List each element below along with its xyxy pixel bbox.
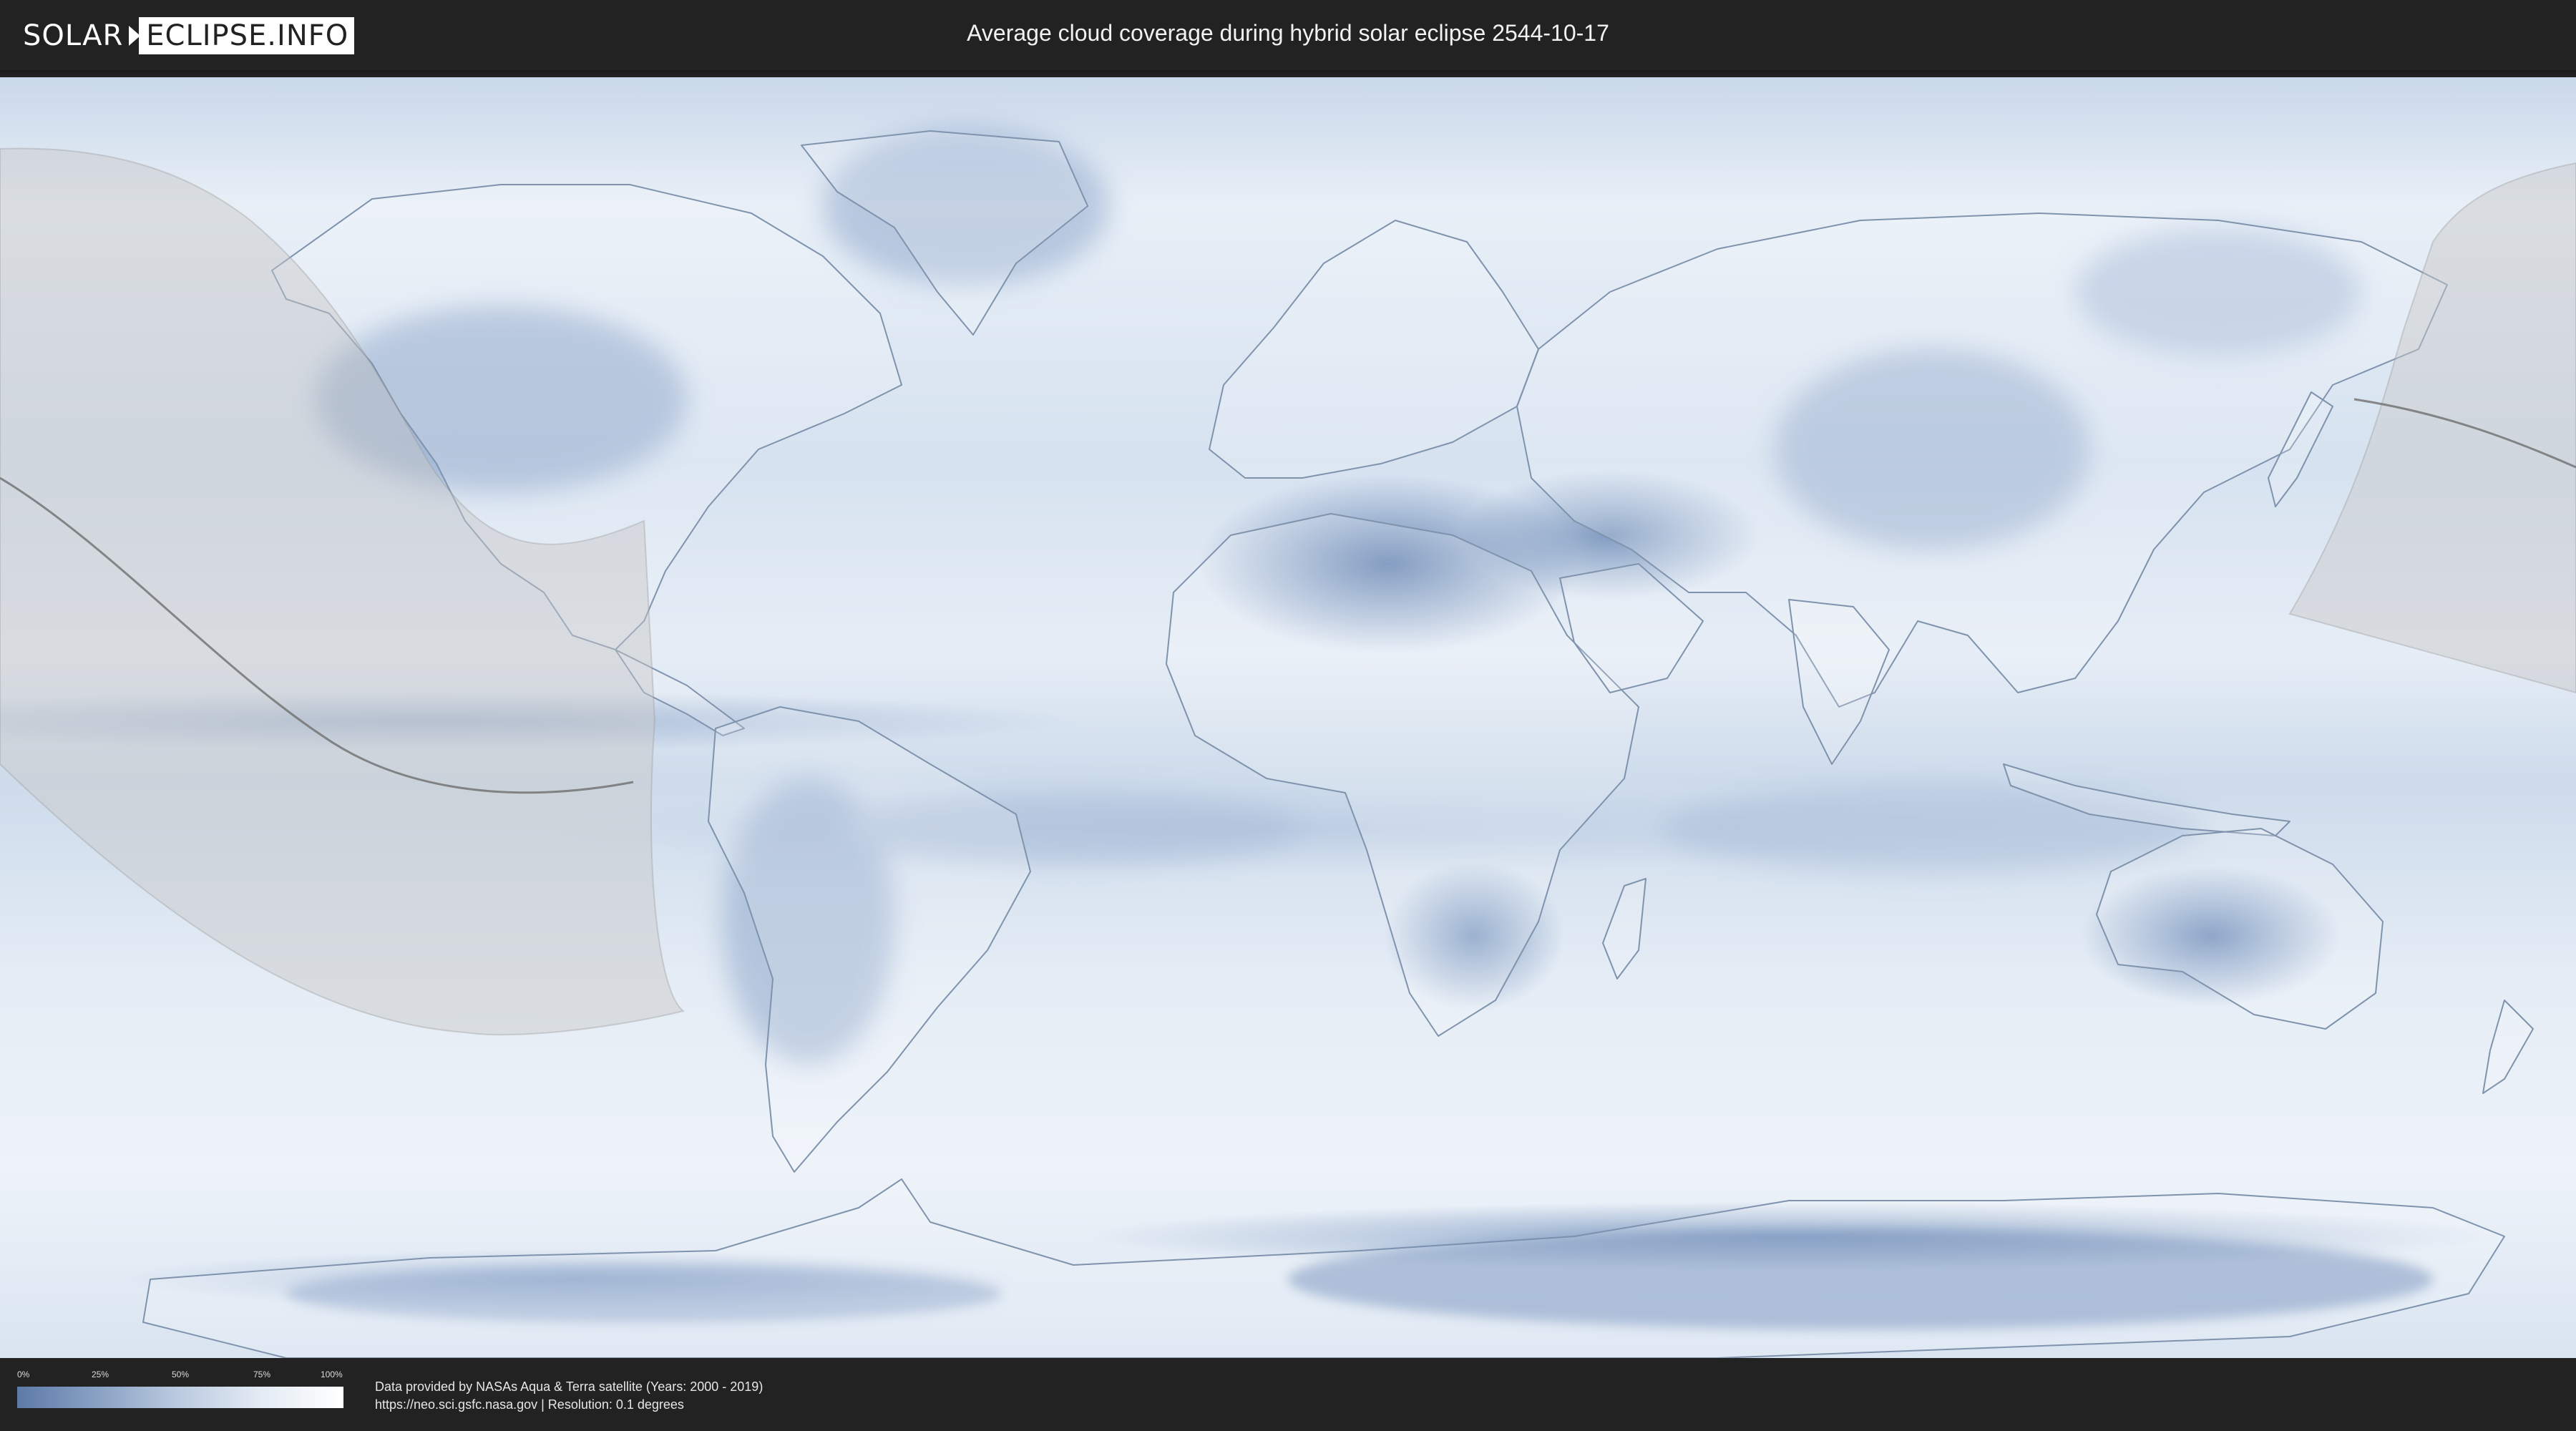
europe [1209, 220, 1539, 479]
cloud-coverage-legend: 0% 25% 50% 75% 100% [17, 1369, 343, 1408]
header-shadow [0, 70, 2576, 77]
legend-tick-75: 75% [253, 1369, 271, 1379]
new-zealand [2482, 1000, 2534, 1094]
cloud-coverage-map[interactable] [0, 77, 2576, 1358]
page-title: Average cloud coverage during hybrid sol… [967, 20, 1609, 46]
data-credit-line: Data provided by NASAs Aqua & Terra sate… [375, 1379, 763, 1394]
legend-tick-50: 50% [172, 1369, 190, 1379]
legend-ticks: 0% 25% 50% 75% 100% [17, 1369, 343, 1382]
site-logo[interactable]: SOLAR ECLIPSE.INFO [23, 17, 355, 54]
source-url-line[interactable]: https://neo.sci.gsfc.nasa.gov | Resoluti… [375, 1397, 684, 1412]
legend-color-bar [17, 1387, 343, 1408]
madagascar [1602, 878, 1646, 980]
world-map-svg [0, 127, 2576, 1358]
legend-tick-0: 0% [17, 1369, 30, 1379]
legend-tick-25: 25% [92, 1369, 109, 1379]
legend-tick-100: 100% [321, 1369, 343, 1379]
australia [2096, 828, 2384, 1030]
logo-text-solar: SOLAR [23, 19, 124, 52]
header-bar: SOLAR ECLIPSE.INFO Average cloud coverag… [0, 0, 2576, 72]
logo-text-eclipse-info: ECLIPSE.INFO [139, 17, 355, 54]
footer-bar: 0% 25% 50% 75% 100% Data provided by NAS… [0, 1358, 2576, 1431]
